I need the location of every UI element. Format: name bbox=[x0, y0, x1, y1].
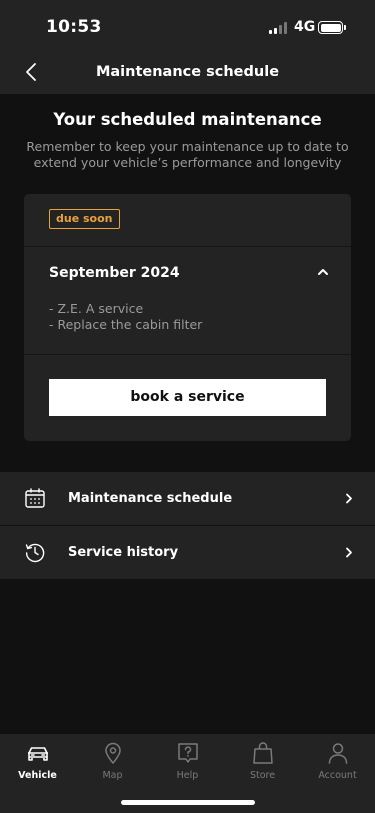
car-icon bbox=[27, 747, 48, 761]
calendar-icon bbox=[25, 488, 45, 508]
status-bar: 10:53 4G bbox=[0, 0, 375, 50]
list-item: - Z.E. A service bbox=[49, 301, 144, 316]
chevron-right-icon bbox=[346, 493, 352, 504]
book-service-button[interactable]: book a service bbox=[49, 379, 326, 416]
status-time: 10:53 bbox=[46, 17, 102, 37]
help-icon bbox=[177, 743, 198, 763]
section-subtitle: Remember to keep your maintenance up to … bbox=[26, 139, 349, 170]
signal-icon bbox=[269, 22, 289, 34]
maintenance-card: due soon September 2024 - Z.E. A service… bbox=[24, 194, 351, 441]
tab-help[interactable]: Help bbox=[150, 740, 225, 781]
shopping-bag-icon bbox=[252, 742, 273, 764]
home-indicator bbox=[121, 800, 255, 805]
maintenance-schedule-item[interactable]: Maintenance schedule bbox=[0, 472, 375, 525]
account-icon bbox=[328, 743, 347, 764]
page-title: Maintenance schedule bbox=[95, 64, 280, 80]
network-type: 4G bbox=[294, 19, 316, 35]
status-badge: due soon bbox=[49, 209, 120, 229]
map-pin-icon bbox=[104, 742, 121, 764]
tab-map[interactable]: Map bbox=[75, 740, 150, 781]
tab-label: Store bbox=[249, 770, 276, 781]
tab-store[interactable]: Store bbox=[225, 740, 300, 781]
battery-icon bbox=[318, 21, 346, 34]
history-icon bbox=[25, 543, 45, 563]
menu-item-label: Maintenance schedule bbox=[68, 491, 233, 506]
tab-vehicle[interactable]: Vehicle bbox=[0, 740, 75, 781]
tab-label: Help bbox=[176, 770, 199, 781]
list-item: - Replace the cabin filter bbox=[49, 317, 203, 332]
tab-label: Vehicle bbox=[18, 770, 57, 781]
tab-label: Map bbox=[102, 770, 123, 781]
tab-label: Account bbox=[318, 770, 357, 781]
chevron-up-icon[interactable] bbox=[317, 267, 329, 277]
service-history-item[interactable]: Service history bbox=[0, 526, 375, 579]
section-heading: Your scheduled maintenance bbox=[53, 110, 322, 129]
chevron-right-icon bbox=[346, 547, 352, 558]
service-list: - Z.E. A service - Replace the cabin fil… bbox=[49, 301, 202, 333]
navigation-bar: Maintenance schedule bbox=[0, 50, 375, 94]
menu-item-label: Service history bbox=[68, 545, 179, 560]
divider bbox=[24, 354, 351, 355]
divider bbox=[24, 246, 351, 247]
menu-list: Maintenance schedule Service history bbox=[0, 472, 375, 580]
tab-account[interactable]: Account bbox=[300, 740, 375, 781]
maintenance-month[interactable]: September 2024 bbox=[49, 265, 180, 281]
